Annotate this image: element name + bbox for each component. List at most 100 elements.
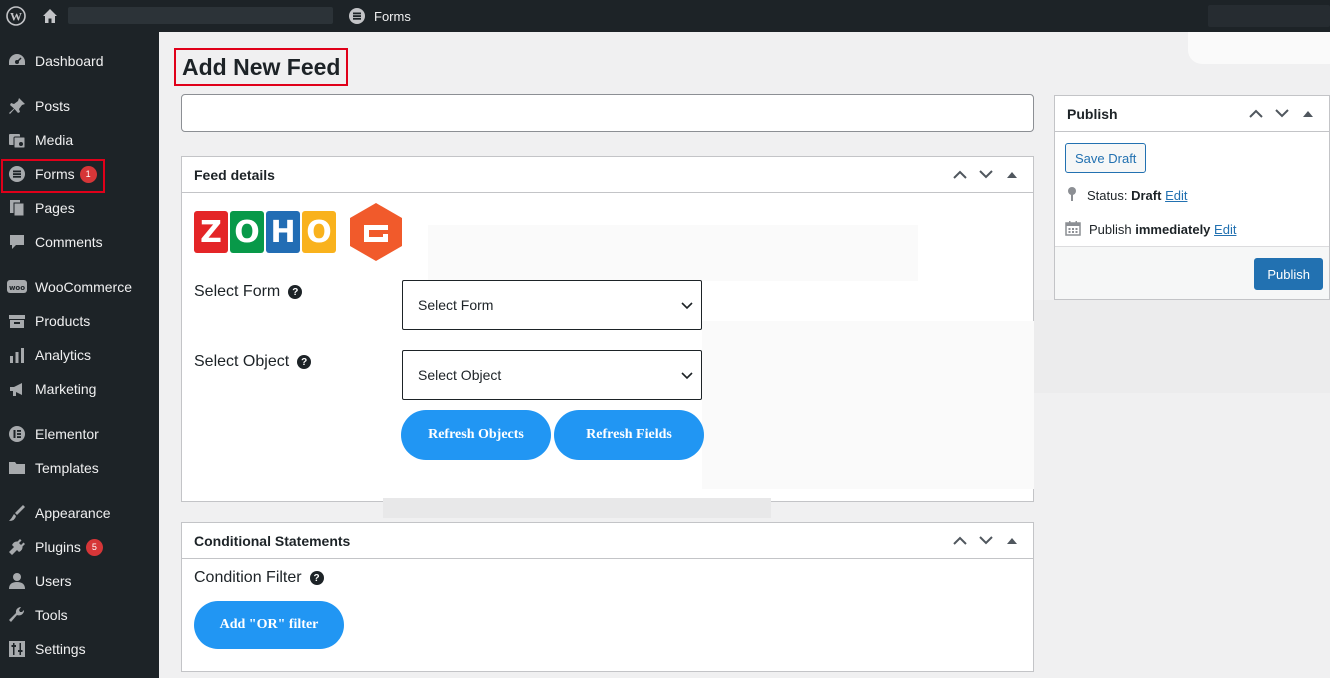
move-down-icon[interactable] — [1273, 105, 1291, 123]
select-form-label: Select Form ? — [194, 283, 303, 301]
publish-header: Publish — [1055, 96, 1329, 132]
toggle-panel-icon[interactable] — [1299, 105, 1317, 123]
edit-publish-link[interactable]: Edit — [1214, 222, 1236, 237]
chevron-down-icon — [681, 297, 693, 313]
sidebar-item-posts[interactable]: Posts — [0, 89, 159, 123]
sidebar-item-label: Marketing — [35, 381, 97, 397]
feed-details-box: Feed details Z O H O Select Form ? Selec… — [181, 156, 1034, 502]
sidebar-item-label: Comments — [35, 234, 103, 250]
toggle-panel-icon[interactable] — [1003, 166, 1021, 184]
site-name-redacted[interactable] — [68, 7, 333, 24]
move-up-icon[interactable] — [1247, 105, 1265, 123]
zoho-letter: Z — [194, 211, 228, 253]
redacted-area — [383, 498, 771, 518]
status-label: Status: — [1087, 188, 1128, 203]
feed-details-header: Feed details — [182, 157, 1033, 193]
megaphone-icon — [7, 380, 27, 398]
sliders-icon — [7, 640, 27, 658]
sidebar-item-label: WooCommerce — [35, 279, 132, 295]
select-object-value: Select Object — [418, 367, 502, 383]
publish-major-actions: Publish — [1055, 246, 1329, 299]
integration-logos: Z O H O — [194, 201, 404, 263]
plug-icon — [7, 538, 27, 556]
select-object-label-text: Select Object — [194, 353, 290, 370]
conditional-statements-box: Conditional Statements Condition Filter … — [181, 522, 1034, 672]
condition-filter-label: Condition Filter ? — [194, 569, 324, 587]
select-object-dropdown[interactable]: Select Object — [402, 350, 702, 400]
box-handle-actions — [1247, 105, 1317, 123]
feed-details-heading: Feed details — [194, 166, 275, 183]
redacted-area — [1034, 300, 1330, 393]
zoho-letter: H — [266, 211, 300, 253]
sidebar-item-templates[interactable]: Templates — [0, 451, 159, 485]
elementor-icon — [7, 425, 27, 443]
help-icon[interactable]: ? — [297, 355, 312, 369]
screen-options-redacted — [1188, 32, 1330, 64]
svg-text:W: W — [10, 10, 22, 24]
move-down-icon[interactable] — [977, 166, 995, 184]
edit-status-link[interactable]: Edit — [1165, 188, 1187, 203]
refresh-objects-button[interactable]: Refresh Objects — [401, 410, 551, 460]
post-status-row: Status: Draft Edit — [1065, 186, 1187, 205]
zoho-letter: O — [230, 211, 264, 253]
sidebar-item-elementor[interactable]: Elementor — [0, 417, 159, 451]
sidebar-item-label: Appearance — [35, 505, 111, 521]
sidebar-item-users[interactable]: Users — [0, 564, 159, 598]
svg-text:woo: woo — [9, 284, 25, 292]
sidebar-item-label: Templates — [35, 460, 99, 476]
move-down-icon[interactable] — [977, 532, 995, 550]
analytics-icon — [7, 346, 27, 364]
sidebar-item-label: Elementor — [35, 426, 99, 442]
sidebar-item-tools[interactable]: Tools — [0, 598, 159, 632]
products-icon — [7, 312, 27, 330]
folder-icon — [7, 459, 27, 477]
sidebar-item-media[interactable]: Media — [0, 123, 159, 157]
feed-title-input[interactable] — [181, 94, 1034, 132]
help-icon[interactable]: ? — [309, 571, 324, 585]
add-or-filter-button[interactable]: Add "OR" filter — [194, 601, 344, 649]
sidebar-item-appearance[interactable]: Appearance — [0, 496, 159, 530]
sidebar-item-dashboard[interactable]: Dashboard — [0, 44, 159, 78]
home-icon[interactable] — [42, 0, 58, 32]
forms-highlight-box — [1, 159, 105, 193]
publish-box: Publish Save Draft Status: Draft Edit Pu… — [1054, 95, 1330, 300]
publish-button[interactable]: Publish — [1254, 258, 1323, 290]
user-account-redacted[interactable] — [1208, 5, 1330, 27]
conditional-header: Conditional Statements — [182, 523, 1033, 559]
admin-sidebar: Dashboard Posts Media Forms 1 Pages Comm… — [0, 32, 159, 678]
brush-icon — [7, 504, 27, 522]
sidebar-item-products[interactable]: Products — [0, 304, 159, 338]
help-icon[interactable]: ? — [288, 285, 303, 299]
select-form-dropdown[interactable]: Select Form — [402, 280, 702, 330]
comments-icon — [7, 233, 27, 251]
move-up-icon[interactable] — [951, 532, 969, 550]
save-draft-button[interactable]: Save Draft — [1065, 143, 1147, 173]
sidebar-item-pages[interactable]: Pages — [0, 191, 159, 225]
sidebar-item-label: Users — [35, 573, 72, 589]
publish-time-row: Publish immediately Edit — [1065, 220, 1236, 239]
sidebar-item-woocommerce[interactable]: woo WooCommerce — [0, 270, 159, 304]
adminbar-forms-label: Forms — [374, 8, 411, 24]
refresh-fields-button[interactable]: Refresh Fields — [554, 410, 704, 460]
user-icon — [7, 572, 27, 590]
sidebar-item-marketing[interactable]: Marketing — [0, 372, 159, 406]
select-form-label-text: Select Form — [194, 283, 281, 300]
publish-time-value: immediately — [1135, 222, 1211, 237]
sidebar-item-comments[interactable]: Comments — [0, 225, 159, 259]
toggle-panel-icon[interactable] — [1003, 532, 1021, 550]
move-up-icon[interactable] — [951, 166, 969, 184]
sidebar-item-label: Plugins — [35, 539, 81, 555]
publish-time-label: Publish — [1089, 222, 1132, 237]
zoho-letter: O — [302, 211, 336, 253]
adminbar-forms-link[interactable]: Forms — [348, 0, 411, 32]
zoho-logo: Z O H O — [194, 211, 336, 253]
sidebar-item-label: Analytics — [35, 347, 92, 363]
conditional-heading: Conditional Statements — [194, 532, 351, 549]
sidebar-item-analytics[interactable]: Analytics — [0, 338, 159, 372]
pin-icon — [1065, 186, 1079, 205]
sidebar-item-settings[interactable]: Settings — [0, 632, 159, 666]
chevron-down-icon — [681, 367, 693, 383]
sidebar-item-plugins[interactable]: Plugins 5 — [0, 530, 159, 564]
wordpress-logo-icon[interactable]: W — [6, 0, 26, 32]
redacted-area — [702, 321, 1034, 489]
